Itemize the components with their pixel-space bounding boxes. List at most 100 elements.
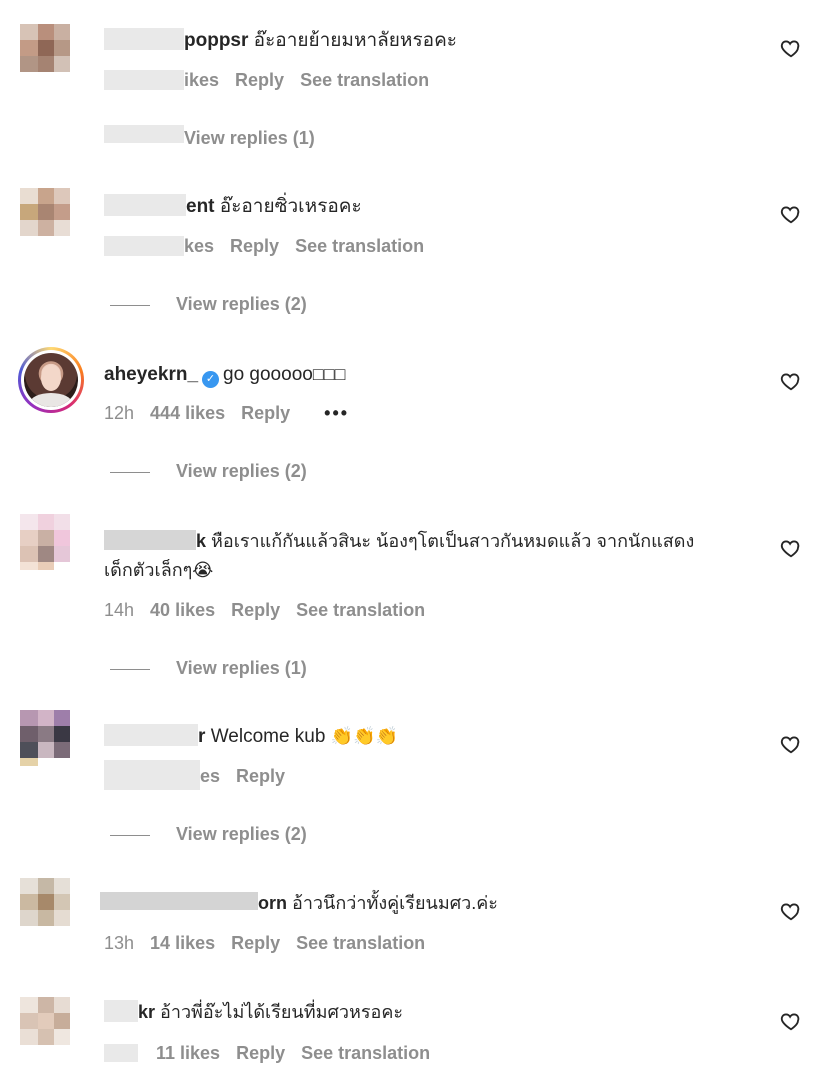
reply-button[interactable]: Reply (231, 599, 280, 621)
comment-text: อ้าวพี่อ๊ะไม่ได้เรียนที่มศวหรอคะ (160, 1002, 404, 1022)
like-heart-icon[interactable] (780, 37, 802, 59)
more-options-icon[interactable]: ••• (324, 402, 349, 424)
verified-badge-icon: ✓ (202, 371, 220, 388)
likes-count[interactable]: 40 likes (150, 599, 215, 621)
username[interactable]: orn (258, 893, 287, 913)
blurred-username (104, 724, 198, 746)
blurred-username (104, 28, 184, 50)
timestamp[interactable]: 14h (104, 599, 134, 621)
reply-divider (110, 304, 150, 306)
comment-meta: 12h 444 likes Reply ••• (104, 402, 365, 424)
comment-body: k หือเราแก้กันแล้วสินะ น้องๆโตเป็นสาวกัน… (196, 529, 694, 553)
comment-body: kr อ้าวพี่อ๊ะไม่ได้เรียนที่มศวหรอคะ (138, 1000, 403, 1024)
likes-count[interactable]: es (200, 765, 220, 787)
comment-text: Welcome kub (210, 726, 326, 747)
username[interactable]: aheyekrn_ (104, 364, 198, 385)
likes-count[interactable]: 14 likes (150, 932, 215, 954)
avatar-face (41, 365, 61, 391)
comment-text-line1: หือเราแก้กันแล้วสินะ น้องๆโตเป็นสาวกันหม… (211, 531, 695, 551)
timestamp[interactable]: 13h (104, 932, 134, 954)
avatar[interactable] (18, 178, 84, 244)
blurred-username (104, 1000, 138, 1022)
like-heart-icon[interactable] (780, 1010, 802, 1032)
reply-divider (110, 834, 150, 836)
comment-body: orn อ้าวนึกว่าทั้งคู่เรียนมศว.ค่ะ (258, 891, 498, 915)
see-translation-link[interactable]: See translation (300, 69, 429, 91)
blurred-username (100, 892, 258, 910)
crying-emoji: 😭 (192, 560, 214, 580)
like-heart-icon[interactable] (780, 537, 802, 559)
avatar[interactable] (18, 700, 84, 766)
comment-body: r Welcome kub 👏👏👏 (198, 724, 398, 749)
username[interactable]: k (196, 531, 206, 551)
blurred-likes (104, 70, 184, 90)
blurred-username (104, 530, 196, 550)
comment-text: อ้าวนึกว่าทั้งคู่เรียนมศว.ค่ะ (292, 893, 498, 913)
reply-button[interactable]: Reply (236, 1042, 285, 1064)
view-replies-button[interactable]: View replies (2) (110, 823, 307, 845)
likes-count[interactable]: kes (184, 235, 214, 257)
reply-divider (110, 471, 150, 473)
reply-button[interactable]: Reply (230, 235, 279, 257)
view-replies-button[interactable]: View replies (2) (110, 293, 307, 315)
emoji-boxes: □□□ (312, 364, 346, 384)
blurred-likes (104, 1044, 138, 1062)
blurred-reply-line (104, 125, 184, 143)
view-replies-label[interactable]: View replies (2) (176, 294, 307, 314)
username[interactable]: poppsr (184, 30, 248, 51)
username[interactable]: r (198, 726, 205, 747)
view-replies-label[interactable]: View replies (2) (176, 461, 307, 481)
view-replies-button[interactable]: View replies (1) (184, 127, 315, 149)
comment-body: aheyekrn_ ✓ go gooooo□□□ (104, 362, 345, 388)
view-replies-label[interactable]: View replies (2) (176, 824, 307, 844)
avatar-story-ring[interactable] (18, 347, 84, 413)
view-replies-button[interactable]: View replies (2) (110, 460, 307, 482)
like-heart-icon[interactable] (780, 203, 802, 225)
blurred-likes (104, 236, 184, 256)
comment-text: go gooooo (223, 364, 313, 385)
avatar-ring-gap (21, 350, 81, 410)
like-heart-icon[interactable] (780, 900, 802, 922)
comment-meta: 14h 40 likes Reply See translation (104, 599, 441, 621)
blurred-username (104, 194, 186, 216)
comment-meta: es Reply (200, 765, 301, 787)
avatar-shoulder (30, 393, 72, 407)
comment-text: อ๊ะอายย้ายมหาลัยหรอคะ (253, 30, 457, 51)
comment-meta: 13h 14 likes Reply See translation (104, 932, 441, 954)
reply-divider (110, 668, 150, 670)
reply-button[interactable]: Reply (235, 69, 284, 91)
reply-button[interactable]: Reply (241, 402, 290, 424)
avatar[interactable] (18, 14, 84, 80)
reply-button[interactable]: Reply (231, 932, 280, 954)
comment-body: ent อ๊ะอายซิ่วเหรอคะ (186, 195, 362, 219)
blurred-likes (104, 760, 200, 790)
see-translation-link[interactable]: See translation (295, 235, 424, 257)
avatar[interactable] (18, 868, 84, 934)
comment-text: อ๊ะอายซิ่วเหรอคะ (219, 196, 362, 217)
view-replies-button[interactable]: View replies (1) (110, 657, 307, 679)
see-translation-link[interactable]: See translation (296, 599, 425, 621)
likes-count[interactable]: 11 likes (156, 1042, 220, 1064)
likes-count[interactable]: ikes (184, 69, 219, 91)
like-heart-icon[interactable] (780, 370, 802, 392)
see-translation-link[interactable]: See translation (296, 932, 425, 954)
username[interactable]: kr (138, 1002, 155, 1022)
comment-meta: 11 likes Reply See translation (156, 1042, 446, 1064)
comment-body: poppsr อ๊ะอายย้ายมหาลัยหรอคะ (184, 29, 457, 53)
avatar[interactable] (18, 987, 84, 1053)
clapping-hands-emoji: 👏👏👏 (330, 726, 398, 746)
avatar-photo (24, 353, 78, 407)
comment-meta: kes Reply See translation (184, 235, 440, 257)
comment-text-line2: เด็กตัวเล็กๆ (104, 560, 193, 580)
likes-count[interactable]: 444 likes (150, 402, 225, 424)
avatar[interactable] (18, 504, 84, 570)
reply-button[interactable]: Reply (236, 765, 285, 787)
timestamp[interactable]: 12h (104, 402, 134, 424)
like-heart-icon[interactable] (780, 733, 802, 755)
see-translation-link[interactable]: See translation (301, 1042, 430, 1064)
view-replies-label[interactable]: View replies (1) (184, 128, 315, 148)
username[interactable]: ent (186, 196, 215, 217)
comment-body-line2: เด็กตัวเล็กๆ😭 (104, 558, 213, 582)
view-replies-label[interactable]: View replies (1) (176, 658, 307, 678)
comment-meta: ikes Reply See translation (184, 69, 445, 91)
